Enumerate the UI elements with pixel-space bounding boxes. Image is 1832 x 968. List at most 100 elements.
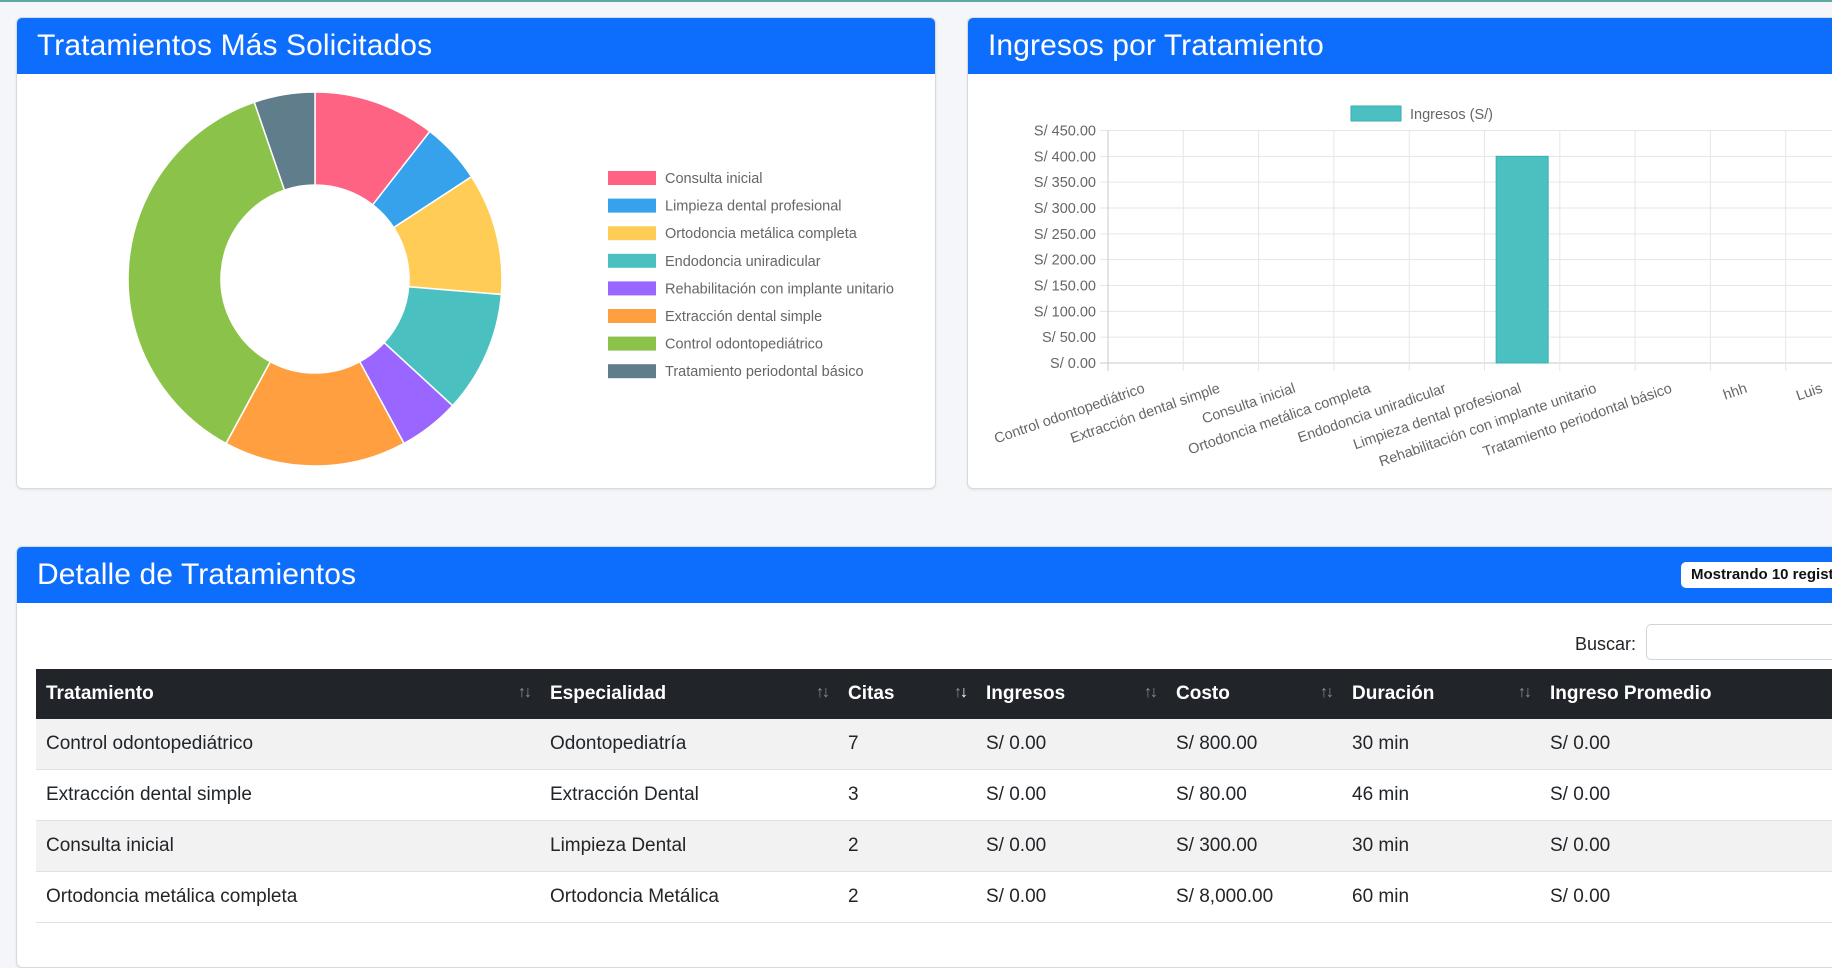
cell-duracion: 46 min — [1342, 769, 1540, 821]
sort-icon: ↑↓ — [1144, 684, 1158, 701]
search-input[interactable] — [1646, 624, 1832, 660]
cell-ingresos: S/ 0.00 — [976, 769, 1166, 821]
y-tick-label: S/ 400.00 — [1034, 149, 1096, 165]
sort-icon: ↑↓ — [518, 684, 532, 701]
cell-duracion: 30 min — [1342, 820, 1540, 872]
column-label: Ingresos — [986, 683, 1066, 704]
y-tick-label: S/ 300.00 — [1034, 201, 1096, 217]
y-tick-label: S/ 350.00 — [1034, 175, 1096, 191]
column-label: Tratamiento — [46, 683, 154, 704]
cell-ingresos: S/ 0.00 — [976, 820, 1166, 872]
cell-especialidad: Odontopediatría — [540, 719, 838, 770]
legend-swatch-control-odontopediatrico — [608, 336, 656, 351]
y-tick-label: S/ 100.00 — [1034, 304, 1096, 320]
legend-label-ingresos: Ingresos (S/) — [1410, 107, 1493, 123]
column-header-costo[interactable]: Costo ↑↓ — [1166, 669, 1342, 719]
column-header-ingresos[interactable]: Ingresos ↑↓ — [976, 669, 1166, 719]
treatments-detail-card: Detalle de Tratamientos Mostrando 10 reg… — [16, 546, 1832, 968]
legend-swatch-endodoncia-uniradicular — [608, 253, 656, 268]
cell-tratamiento: Control odontopediátrico — [36, 719, 540, 770]
sort-icon: ↑↓ — [1320, 684, 1334, 701]
cell-costo: S/ 80.00 — [1166, 769, 1342, 821]
column-header-citas[interactable]: Citas ↑↓ — [838, 669, 976, 719]
cell-tratamiento: Extracción dental simple — [36, 769, 540, 821]
legend-swatch-ortodoncia-metalica-completa — [608, 226, 656, 241]
table-row: Ortodoncia metálica completa Ortodoncia … — [36, 871, 1832, 923]
records-badge: Mostrando 10 registros — [1681, 562, 1832, 588]
cell-ingresos: S/ 0.00 — [976, 719, 1166, 770]
cell-costo: S/ 300.00 — [1166, 820, 1342, 872]
legend-swatch-ingresos — [1350, 105, 1402, 122]
legend-label-consulta-inicial: Consulta inicial — [665, 171, 763, 187]
cell-duracion: 30 min — [1342, 719, 1540, 770]
x-tick-label-luis: Luis — [1794, 381, 1824, 405]
card-title: Ingresos por Tratamiento — [988, 29, 1324, 62]
cell-citas: 2 — [838, 871, 976, 923]
table-row: Consulta inicial Limpieza Dental 2 S/ 0.… — [36, 820, 1832, 872]
legend-label-limpieza-dental-profesional: Limpieza dental profesional — [665, 199, 842, 215]
cell-ingreso-promedio: S/ 0.00 — [1540, 719, 1832, 770]
legend-swatch-rehabilitacion-con-implante-unitario — [608, 281, 656, 296]
table-row: Extracción dental simple Extracción Dent… — [36, 769, 1832, 821]
income-bar-card: Ingresos por Tratamiento S/ 0.00 S/ 50.00… — [967, 17, 1832, 489]
cell-tratamiento: Ortodoncia metálica completa — [36, 871, 540, 923]
card-header: Ingresos por Tratamiento — [968, 18, 1832, 74]
cell-ingreso-promedio: S/ 0.00 — [1540, 820, 1832, 872]
cell-citas: 3 — [838, 769, 976, 821]
legend-swatch-limpieza-dental-profesional — [608, 198, 656, 213]
legend-label-tratamiento-periodontal-basico: Tratamiento periodontal básico — [665, 364, 864, 380]
card-header: Detalle de Tratamientos Mostrando 10 reg… — [17, 547, 1832, 603]
legend-label-ortodoncia-metalica-completa: Ortodoncia metálica completa — [665, 226, 858, 242]
legend-swatch-extraccion-dental-simple — [608, 309, 656, 323]
column-label: Citas — [848, 683, 895, 704]
y-tick-label: S/ 150.00 — [1034, 279, 1096, 295]
column-header-duracion[interactable]: Duración ↑↓ — [1342, 669, 1540, 719]
top-border — [0, 0, 1832, 2]
bar-chart: S/ 0.00 S/ 50.00 S/ 100.00 S/ 150.00 S/ 200.… — [992, 105, 1832, 470]
y-tick-label: S/ 50.00 — [1042, 330, 1096, 346]
card-header: Tratamientos Más Solicitados — [17, 18, 935, 74]
column-header-ingreso-promedio[interactable]: Ingreso Promedio — [1540, 669, 1832, 719]
y-tick-label: S/ 250.00 — [1034, 227, 1096, 243]
column-header-tratamiento[interactable]: Tratamiento ↑↓ — [36, 669, 540, 719]
column-label: Costo — [1176, 683, 1230, 704]
card-title: Tratamientos Más Solicitados — [37, 29, 433, 62]
y-tick-label: S/ 0.00 — [1050, 356, 1096, 372]
sort-icon: ↑↓ — [816, 684, 830, 701]
treatments-table: Tratamiento ↑↓ Especialidad ↑↓ Citas ↑↓ Ing… — [36, 669, 1832, 923]
cell-costo: S/ 800.00 — [1166, 719, 1342, 770]
table-row: Control odontopediátrico Odontopediatría… — [36, 719, 1832, 770]
search-label: Buscar: — [1575, 634, 1637, 654]
legend-label-control-odontopediatrico: Control odontopediátrico — [665, 337, 823, 353]
cell-ingreso-promedio: S/ 0.00 — [1540, 769, 1832, 821]
cell-costo: S/ 8,000.00 — [1166, 871, 1342, 923]
cell-especialidad: Extracción Dental — [540, 769, 838, 821]
column-header-especialidad[interactable]: Especialidad ↑↓ — [540, 669, 838, 719]
sort-icon: ↑↓ — [1518, 684, 1532, 701]
y-tick-label: S/ 200.00 — [1034, 253, 1096, 269]
cell-ingresos: S/ 0.00 — [976, 871, 1166, 923]
legend-label-rehabilitacion-con-implante-unitario: Rehabilitación con implante unitario — [665, 281, 894, 297]
cell-especialidad: Limpieza Dental — [540, 820, 838, 872]
bar-limpieza-dental-profesional — [1495, 155, 1549, 364]
legend-label-endodoncia-uniradicular: Endodoncia uniradicular — [665, 254, 821, 270]
donut-chart: Consulta inicial Limpieza dental profesio… — [127, 91, 894, 467]
legend-label-extraccion-dental-simple: Extracción dental simple — [665, 309, 822, 325]
y-tick-label: S/ 450.00 — [1034, 124, 1096, 140]
cell-ingreso-promedio: S/ 0.00 — [1540, 871, 1832, 923]
legend-swatch-tratamiento-periodontal-basico — [608, 364, 656, 379]
column-label: Especialidad — [550, 683, 667, 704]
treatments-donut-card: Tratamientos Más Solicitados Consulta in… — [16, 17, 936, 489]
column-label: Duración — [1352, 683, 1435, 704]
cell-citas: 7 — [838, 719, 976, 770]
cell-tratamiento: Consulta inicial — [36, 820, 540, 872]
cell-citas: 2 — [838, 820, 976, 872]
legend-swatch-consulta-inicial — [608, 171, 656, 185]
table-header-row: Tratamiento ↑↓ Especialidad ↑↓ Citas ↑↓ Ing… — [36, 669, 1832, 719]
cell-especialidad: Ortodoncia Metálica — [540, 871, 838, 923]
column-label: Ingreso Promedio — [1550, 683, 1712, 704]
cell-duracion: 60 min — [1342, 871, 1540, 923]
x-tick-label-hhh: hhh — [1721, 381, 1749, 404]
sort-desc-icon: ↑↓ — [954, 684, 968, 701]
card-title: Detalle de Tratamientos — [37, 558, 357, 591]
